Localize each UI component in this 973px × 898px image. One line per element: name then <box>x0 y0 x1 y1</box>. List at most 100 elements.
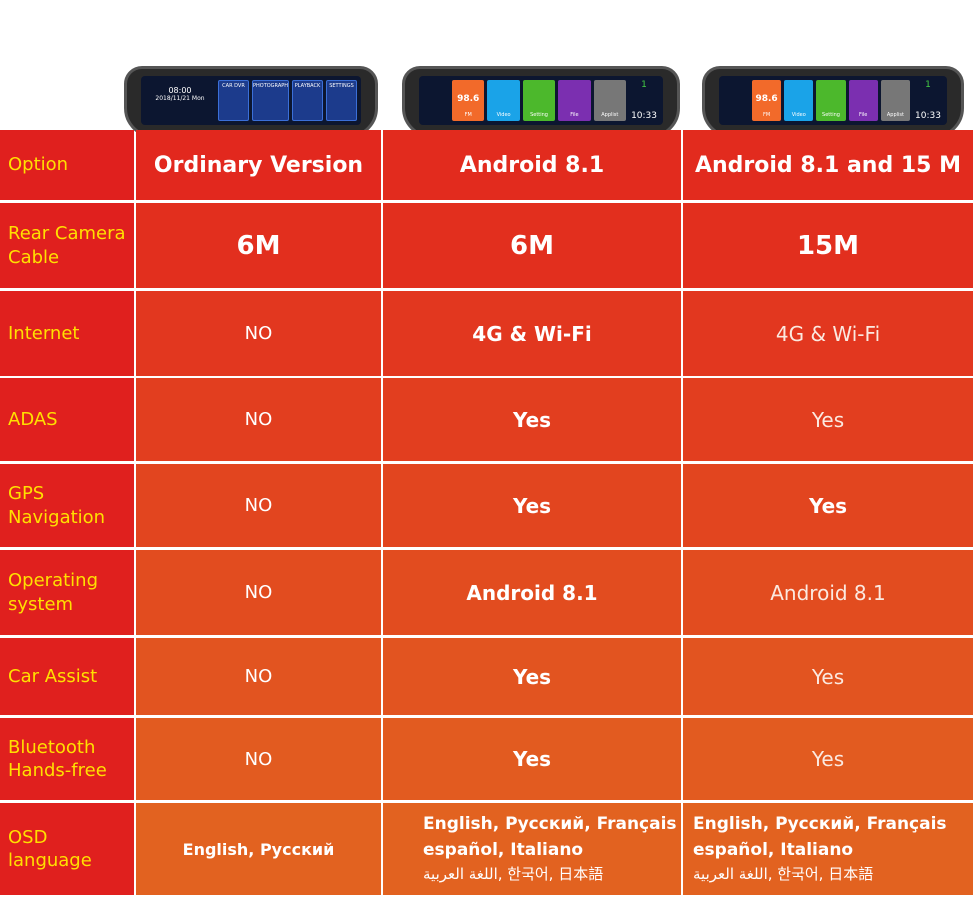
value-ordinary: NO <box>136 718 381 800</box>
device-tile-label: File <box>859 112 868 118</box>
device-time: 08:00 <box>168 86 192 95</box>
value-android-text: Yes <box>512 407 552 432</box>
device-tile-label: FM <box>464 112 472 118</box>
value-android-15m: Android 8.1 <box>683 550 973 635</box>
header-android-text: Android 8.1 <box>459 152 605 178</box>
value-android: Yes <box>383 638 681 715</box>
row-label-text: Car Assist <box>8 665 98 687</box>
value-android-15m: Yes <box>683 718 973 800</box>
row-label: Bluetooth Hands-free <box>0 718 134 800</box>
row-label-text: ADAS <box>8 408 58 430</box>
value-ordinary: NO <box>136 464 381 547</box>
device-status-panel <box>723 80 749 121</box>
value-android: 6M <box>383 203 681 288</box>
value-android-15m-text: Yes <box>811 407 845 432</box>
device-status-panel <box>423 80 449 121</box>
row-label: Car Assist <box>0 638 134 715</box>
row-label: GPS Navigation <box>0 464 134 547</box>
device-tile: Setting <box>816 80 846 121</box>
device-tile-label: FM <box>763 112 771 118</box>
value-ordinary: NO <box>136 550 381 635</box>
value-android-15m-text: Yes <box>811 747 845 771</box>
osd-lang-line: español, Italiano <box>423 839 584 860</box>
device-tile: File <box>848 80 878 121</box>
row-label-text: GPS Navigation <box>8 483 106 528</box>
header-ordinary-version: Ordinary Version <box>136 130 381 200</box>
row-label: Rear Camera Cable <box>0 203 134 288</box>
value-ordinary-text: English, Русский <box>182 839 335 859</box>
row-label-text: Bluetooth Hands-free <box>8 736 107 781</box>
value-android: English, Русский, Français español, Itali… <box>383 803 681 895</box>
value-android-15m: 4G & Wi-Fi <box>683 291 973 376</box>
value-ordinary-text: NO <box>244 323 273 344</box>
value-ordinary-text: NO <box>244 409 273 430</box>
device-tile: Applist <box>593 80 627 121</box>
device-tile: SETTINGS <box>326 80 357 121</box>
device-tile-label: Setting <box>822 112 840 118</box>
osd-lang-line: اللغة العربية, 한국어, 日本語 <box>693 865 874 884</box>
value-android-15m: Yes <box>683 638 973 715</box>
device-tile-label: Applist <box>886 112 904 118</box>
device-screen: 08:00 2018/11/21 Mon CAR DVR PHOTOGRAPH PLAY… <box>141 76 361 125</box>
device-tile-label: PHOTOGRAPH <box>252 83 289 89</box>
value-android: 4G & Wi-Fi <box>383 291 681 376</box>
device-tile-label: Video <box>496 112 511 118</box>
device-tile-label: Video <box>791 112 806 118</box>
value-ordinary: NO <box>136 291 381 376</box>
value-android: Yes <box>383 718 681 800</box>
value-android-15m-text: Android 8.1 <box>770 580 886 605</box>
row-label-text: Rear Camera Cable <box>8 223 126 268</box>
row-label-text: OSD language <box>8 826 92 871</box>
value-ordinary-text: NO <box>244 582 273 603</box>
value-ordinary-text: NO <box>244 748 273 770</box>
value-android-text: Android 8.1 <box>466 580 598 605</box>
device-tile: Setting <box>522 80 556 121</box>
value-ordinary: NO <box>136 378 381 461</box>
device-tile: PLAYBACK <box>292 80 324 121</box>
value-android-text: 6M <box>510 230 554 261</box>
value-ordinary: 6M <box>136 203 381 288</box>
value-ordinary: NO <box>136 638 381 715</box>
row-label: ADAS <box>0 378 134 461</box>
header-option-text: Option <box>8 154 69 176</box>
value-ordinary-text: 6M <box>236 230 281 261</box>
device-speed: 1 <box>925 80 931 90</box>
value-android-15m: 15M <box>683 203 973 288</box>
header-android: Android 8.1 <box>383 130 681 200</box>
row-label: OSD language <box>0 803 134 895</box>
osd-lang-line: español, Italiano <box>693 839 854 860</box>
value-android-15m-text: 15M <box>796 230 860 261</box>
device-tile: PHOTOGRAPH <box>251 80 290 121</box>
device-screen: 98.6 FM Video Setting File Applist 1 10:33 <box>419 76 663 125</box>
osd-lang-line: English, Русский, Français <box>693 814 947 835</box>
fm-frequency: 98.6 <box>755 94 778 104</box>
row-label: Internet <box>0 291 134 376</box>
value-android: Yes <box>383 464 681 547</box>
value-ordinary-text: NO <box>244 666 273 687</box>
value-android-text: Yes <box>512 493 552 518</box>
device-screen: 98.6 FM Video Setting File Applist 1 10:33 <box>719 76 947 125</box>
device-tile: Video <box>487 80 520 121</box>
osd-lang-line: اللغة العربية, 한국어, 日本語 <box>423 865 604 884</box>
value-ordinary: English, Русский <box>136 803 381 895</box>
device-tile-label: PLAYBACK <box>294 83 321 89</box>
value-android-text: Yes <box>512 747 552 771</box>
device-tile: CAR DVR <box>218 80 249 121</box>
header-option: Option <box>0 130 134 200</box>
device-tile-label: CAR DVR <box>222 83 245 89</box>
device-tile: Applist <box>880 80 911 121</box>
row-label: Operating system <box>0 550 134 635</box>
value-android-15m: English, Русский, Français español, Itali… <box>683 803 973 895</box>
header-android-15m: Android 8.1 and 15 M <box>683 130 973 200</box>
value-android-15m: Yes <box>683 464 973 547</box>
device-time: 10:33 <box>915 111 941 121</box>
device-speed: 1 <box>641 80 647 90</box>
value-android: Yes <box>383 378 681 461</box>
value-ordinary-text: NO <box>244 495 273 516</box>
header-ordinary-version-text: Ordinary Version <box>153 152 364 178</box>
device-status-panel: 08:00 2018/11/21 Mon <box>145 80 215 121</box>
row-label-text: Internet <box>8 322 80 344</box>
value-android-15m-text: 4G & Wi-Fi <box>775 321 881 346</box>
device-tile-label: Setting <box>530 112 548 118</box>
device-time: 10:33 <box>631 111 657 121</box>
